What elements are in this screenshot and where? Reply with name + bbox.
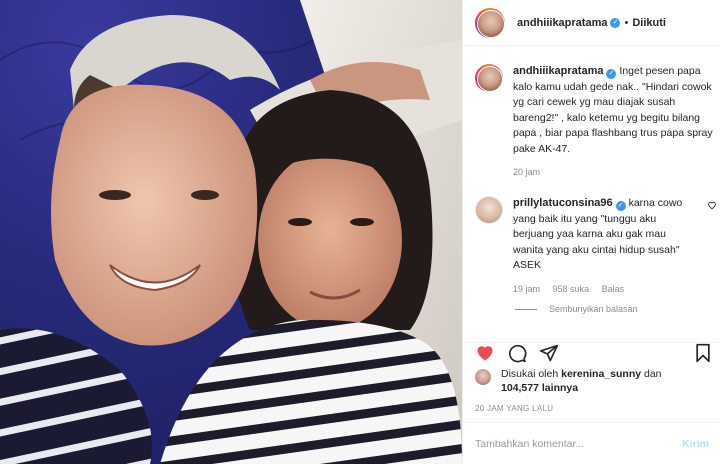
separator-dot: • [624,16,629,29]
reply-comment: prillylatuconsina96 ✓ karna cowo yang bai… [475,196,716,297]
author-username[interactable]: andhiiikapratama [517,17,607,29]
reply-button[interactable]: Balas [602,284,625,294]
likes-prefix: Disukai oleh [501,368,559,380]
selfie-image [0,0,462,464]
bookmark-icon[interactable] [693,343,713,363]
likes-count[interactable]: 104,577 [501,382,539,394]
share-icon[interactable] [539,343,559,363]
post-header: andhiiikapratama ✓ • Diikuti [463,0,720,46]
post-timestamp[interactable]: 20 JAM YANG LALU [475,404,553,413]
hide-replies-label: Sembunyikan balasan [549,304,638,314]
reply-time[interactable]: 19 jam [513,284,540,294]
likes-and: dan [644,368,662,380]
reply-likes[interactable]: 958 suka [553,284,590,294]
liker-avatar[interactable] [475,369,491,385]
comment-bubble-icon[interactable] [507,343,527,363]
reply-body: prillylatuconsina96 ✓ karna cowo yang bai… [513,196,716,297]
like-heart-icon[interactable] [475,343,495,363]
likes-summary: Disukai oleh kerenina_sunny dan 104,577 … [475,367,662,395]
caption-username[interactable]: andhiiikapratama [513,65,603,77]
liker-username[interactable]: kerenina_sunny [561,368,641,380]
follow-status-button[interactable]: Diikuti [632,17,666,29]
author-avatar[interactable] [475,7,505,38]
caption-avatar[interactable] [475,64,503,92]
verified-badge-icon: ✓ [610,17,621,28]
caption-body: andhiiikapratama ✓ Inget pesen papa kalo … [513,64,713,181]
reply-username[interactable]: prillylatuconsina96 [513,197,613,209]
comments-section[interactable]: andhiiikapratama ✓ Inget pesen papa kalo … [463,46,720,342]
likes-suffix[interactable]: lainnya [542,382,578,394]
hide-replies-button[interactable]: Sembunyikan balasan [515,304,638,314]
reply-avatar[interactable] [475,196,503,224]
post-sidebar: andhiiikapratama ✓ • Diikuti andhiiikapr… [462,0,720,464]
caption-time[interactable]: 20 jam [513,167,540,177]
action-bar [463,342,720,363]
verified-badge-icon: ✓ [606,69,617,79]
instagram-post: andhiiikapratama ✓ • Diikuti andhiiikapr… [0,0,720,464]
caption-comment: andhiiikapratama ✓ Inget pesen papa kalo … [475,64,713,181]
add-comment-bar: Kirim [463,422,720,464]
comment-input[interactable] [475,437,665,450]
hide-replies-line [515,308,537,310]
post-photo[interactable] [0,0,462,464]
verified-badge-icon: ✓ [615,201,626,211]
post-comment-button[interactable]: Kirim [682,438,709,450]
comment-heart-icon[interactable] [707,200,717,210]
